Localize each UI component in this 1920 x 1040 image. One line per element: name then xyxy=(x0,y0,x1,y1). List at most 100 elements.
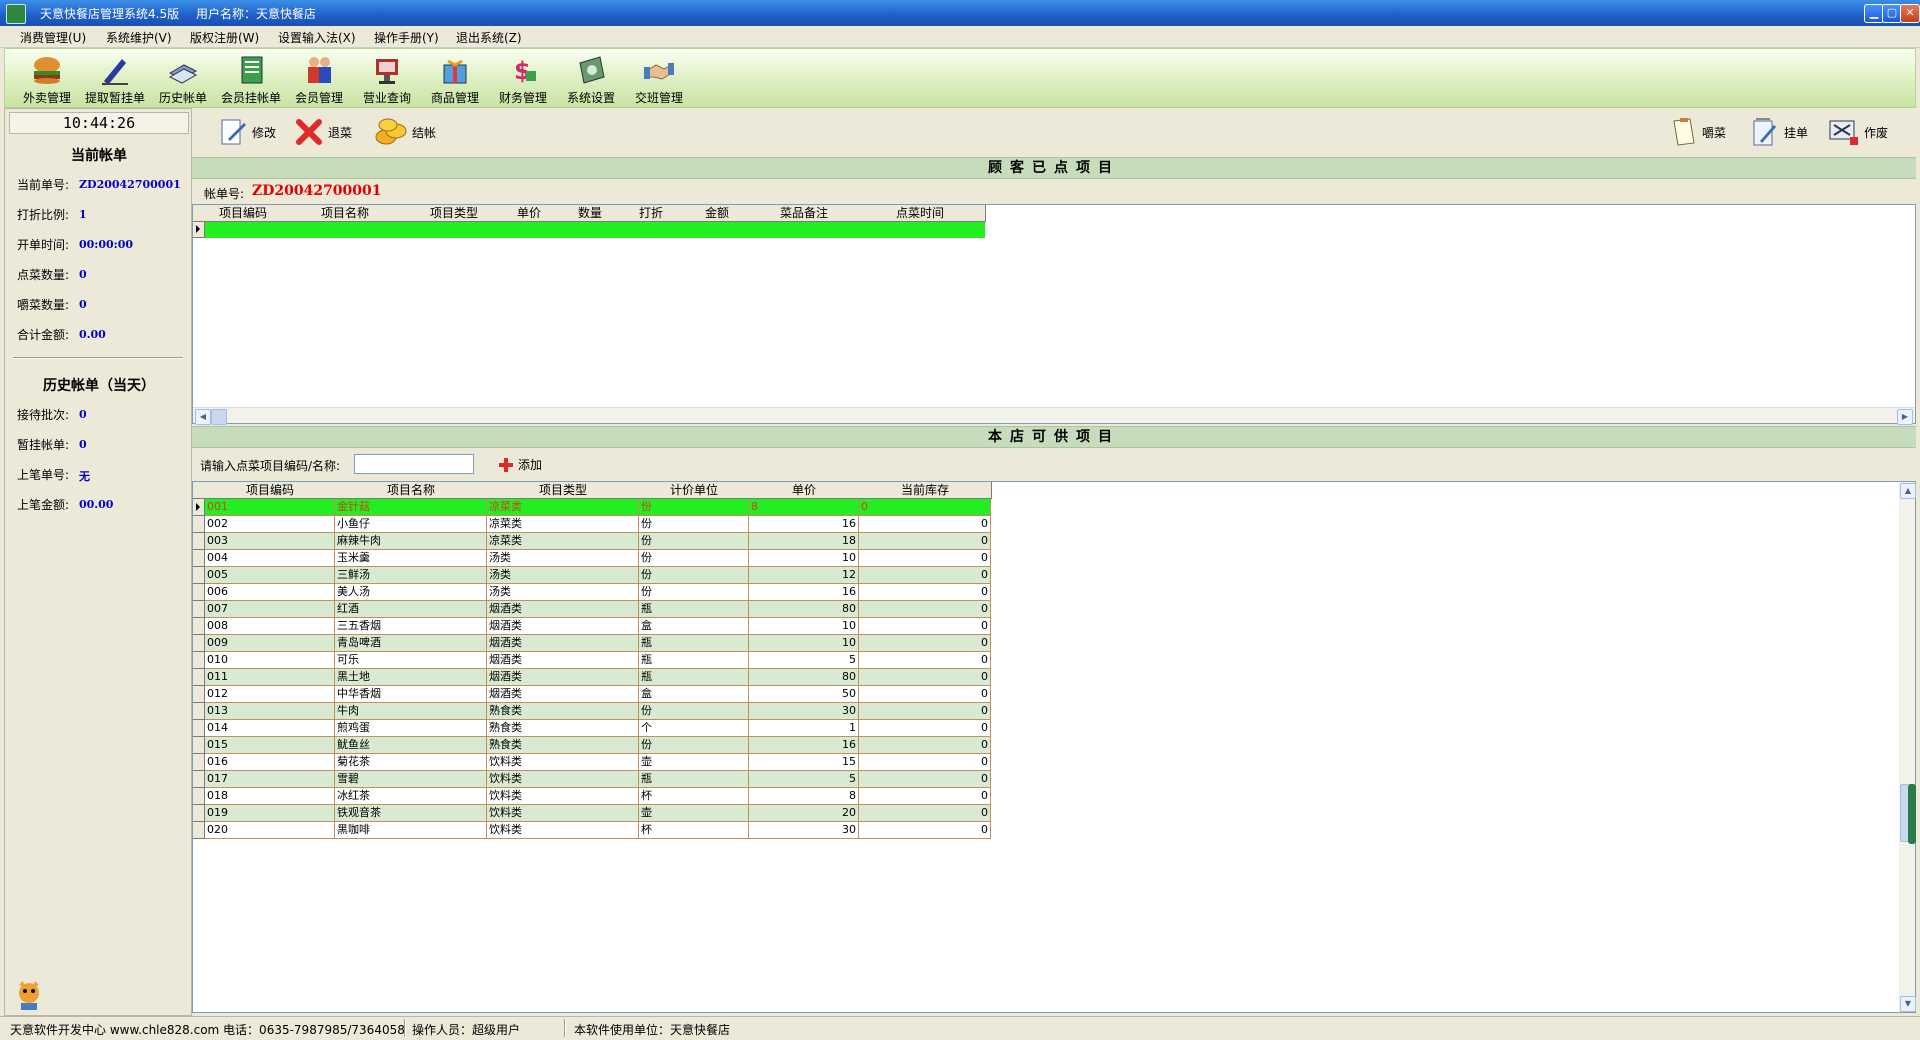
item-name-cell[interactable]: 鱿鱼丝 xyxy=(335,737,487,754)
row-indicator[interactable] xyxy=(193,737,205,754)
price-cell[interactable]: 16 xyxy=(749,584,859,601)
column-header[interactable]: 计价单位 xyxy=(639,482,750,499)
item-code-cell[interactable]: 019 xyxy=(205,805,335,822)
row-indicator[interactable] xyxy=(193,788,205,805)
item-type-cell[interactable]: 饮料类 xyxy=(487,788,639,805)
menu-input-method[interactable]: 设置输入法(X) xyxy=(278,29,356,46)
unit-cell[interactable]: 杯 xyxy=(639,822,749,839)
column-header[interactable]: 项目名称 xyxy=(281,205,410,222)
column-header[interactable]: 菜品备注 xyxy=(753,205,856,222)
item-type-cell[interactable]: 烟酒类 xyxy=(487,686,639,703)
vertical-scrollbar[interactable]: ▲ ▼ xyxy=(1899,482,1916,1012)
item-code-cell[interactable]: 014 xyxy=(205,720,335,737)
row-indicator[interactable] xyxy=(193,567,205,584)
item-type-cell[interactable]: 烟酒类 xyxy=(487,652,639,669)
unit-cell[interactable]: 瓶 xyxy=(639,669,749,686)
row-indicator[interactable] xyxy=(193,601,205,618)
item-type-cell[interactable]: 饮料类 xyxy=(487,822,639,839)
item-name-cell[interactable]: 菊花茶 xyxy=(335,754,487,771)
item-type-cell[interactable]: 凉菜类 xyxy=(487,516,639,533)
unit-cell[interactable]: 份 xyxy=(639,567,749,584)
item-type-cell[interactable]: 饮料类 xyxy=(487,805,639,822)
item-code-cell[interactable]: 020 xyxy=(205,822,335,839)
toolbar-settings-button[interactable]: 系统设置 xyxy=(559,51,623,107)
item-code-cell[interactable]: 015 xyxy=(205,737,335,754)
column-header[interactable]: 单价 xyxy=(749,482,860,499)
available-items-grid[interactable]: 项目编码 项目名称 项目类型 计价单位 单价 当前库存 001 金针菇 凉菜类份 8 0… xyxy=(192,481,1916,1013)
horizontal-scrollbar[interactable]: ◀ ▶ xyxy=(193,407,1915,425)
stock-cell[interactable]: 0 xyxy=(859,771,991,788)
item-type-cell[interactable]: 烟酒类 xyxy=(487,635,639,652)
item-name-cell[interactable]: 牛肉 xyxy=(335,703,487,720)
item-name-cell[interactable]: 三五香烟 xyxy=(335,618,487,635)
price-cell[interactable]: 18 xyxy=(749,533,859,550)
stock-cell[interactable]: 0 xyxy=(859,635,991,652)
stock-cell[interactable]: 0 xyxy=(859,822,991,839)
menu-manual[interactable]: 操作手册(Y) xyxy=(374,29,439,46)
toolbar-takeout-button[interactable]: 外卖管理 xyxy=(15,51,79,107)
price-cell[interactable]: 30 xyxy=(749,822,859,839)
scroll-right-icon[interactable]: ▶ xyxy=(1897,409,1913,425)
stock-cell[interactable]: 0 xyxy=(859,737,991,754)
item-code-cell[interactable]: 018 xyxy=(205,788,335,805)
stock-cell[interactable]: 0 xyxy=(859,788,991,805)
row-indicator[interactable] xyxy=(193,499,205,516)
stock-cell[interactable]: 0 xyxy=(859,754,991,771)
column-header[interactable]: 项目编码 xyxy=(205,482,336,499)
item-name-cell[interactable]: 美人汤 xyxy=(335,584,487,601)
close-button[interactable]: ✕ xyxy=(1900,4,1920,23)
item-name-cell[interactable]: 青岛啤酒 xyxy=(335,635,487,652)
add-button[interactable]: 添加 xyxy=(498,456,542,473)
ordered-items-grid[interactable]: 项目编码 项目名称 项目类型 单价 数量 打折 金额 菜品备注 点菜时间 ◀ ▶ xyxy=(192,204,1916,425)
item-type-cell[interactable]: 饮料类 xyxy=(487,754,639,771)
row-indicator[interactable] xyxy=(193,550,205,567)
unit-cell[interactable]: 瓶 xyxy=(639,652,749,669)
row-indicator[interactable] xyxy=(193,652,205,669)
item-type-cell[interactable]: 熟食类 xyxy=(487,720,639,737)
item-type-cell[interactable]: 熟食类 xyxy=(487,703,639,720)
row-indicator[interactable] xyxy=(193,516,205,533)
stock-cell[interactable]: 0 xyxy=(859,516,991,533)
stock-cell[interactable]: 0 xyxy=(859,567,991,584)
price-cell[interactable]: 30 xyxy=(749,703,859,720)
row-indicator[interactable] xyxy=(193,771,205,788)
price-cell[interactable]: 16 xyxy=(749,516,859,533)
hold-bill-button[interactable]: 挂单 xyxy=(1750,114,1808,150)
unit-cell[interactable]: 份 xyxy=(639,584,749,601)
chew-dish-button[interactable]: 嚼菜 xyxy=(1668,114,1726,150)
item-code-cell[interactable]: 003 xyxy=(205,533,335,550)
price-cell[interactable]: 16 xyxy=(749,737,859,754)
item-name-cell[interactable]: 可乐 xyxy=(335,652,487,669)
stock-cell[interactable]: 0 xyxy=(859,686,991,703)
item-type-cell[interactable]: 汤类 xyxy=(487,584,639,601)
column-header[interactable]: 项目名称 xyxy=(335,482,488,499)
return-dish-button[interactable]: 退菜 xyxy=(294,114,352,150)
item-name-cell[interactable]: 红酒 xyxy=(335,601,487,618)
item-name-cell[interactable]: 冰红茶 xyxy=(335,788,487,805)
stock-cell[interactable]: 0 xyxy=(859,584,991,601)
column-header[interactable]: 金额 xyxy=(681,205,754,222)
toolbar-finance-button[interactable]: $ 财务管理 xyxy=(491,51,555,107)
search-input[interactable] xyxy=(354,454,474,474)
item-name-cell[interactable]: 金针菇 xyxy=(335,499,487,516)
price-cell[interactable]: 15 xyxy=(749,754,859,771)
unit-cell[interactable]: 份 xyxy=(639,516,749,533)
item-type-cell[interactable]: 凉菜类 xyxy=(487,533,639,550)
item-code-cell[interactable]: 004 xyxy=(205,550,335,567)
price-cell[interactable]: 80 xyxy=(749,669,859,686)
unit-cell[interactable]: 盒 xyxy=(639,618,749,635)
column-header[interactable]: 项目类型 xyxy=(487,482,640,499)
column-header[interactable]: 当前库存 xyxy=(859,482,992,499)
row-indicator[interactable] xyxy=(193,720,205,737)
price-cell[interactable]: 1 xyxy=(749,720,859,737)
unit-cell[interactable]: 瓶 xyxy=(639,601,749,618)
row-indicator[interactable] xyxy=(193,584,205,601)
item-code-cell[interactable]: 010 xyxy=(205,652,335,669)
side-scroll-grip[interactable] xyxy=(1908,784,1916,844)
unit-cell[interactable]: 份 xyxy=(639,737,749,754)
column-header[interactable]: 点菜时间 xyxy=(855,205,986,222)
price-cell[interactable]: 10 xyxy=(749,635,859,652)
item-code-cell[interactable]: 012 xyxy=(205,686,335,703)
item-type-cell[interactable]: 熟食类 xyxy=(487,737,639,754)
menu-consumption[interactable]: 消费管理(U) xyxy=(20,29,86,46)
